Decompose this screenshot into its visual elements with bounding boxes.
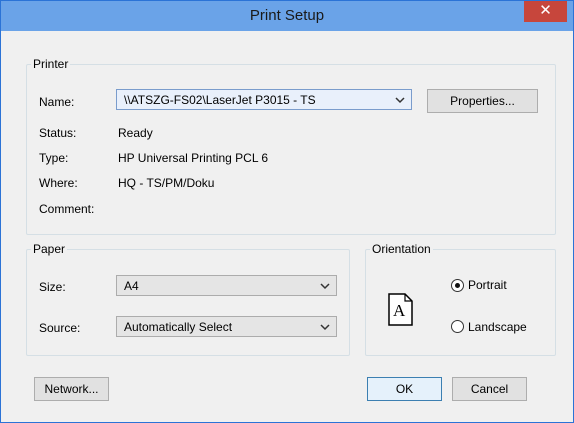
type-label: Type: [39,151,69,165]
paper-group-legend: Paper [33,242,66,256]
landscape-radio[interactable] [451,320,464,333]
chevron-down-icon [395,97,405,104]
close-icon: ✕ [539,2,552,19]
portrait-label[interactable]: Portrait [468,278,507,292]
title-bar[interactable]: Print Setup ✕ [1,1,573,31]
window-title: Print Setup [249,7,325,24]
paper-group: Paper [26,242,350,356]
status-label: Status: [39,126,77,140]
type-value: HP Universal Printing PCL 6 [118,151,269,165]
orientation-group-legend: Orientation [372,242,431,256]
print-setup-dialog: Print Setup ✕ Printer Name: \\ATSZG-FS02… [0,0,574,423]
network-button[interactable]: Network... [34,377,109,401]
printer-name-dropdown[interactable]: \\ATSZG-FS02\LaserJet P3015 - TS [116,89,412,110]
paper-source-label: Source: [39,321,81,335]
chevron-down-icon [320,324,330,331]
portrait-radio[interactable] [451,279,464,292]
printer-name-value: \\ATSZG-FS02\LaserJet P3015 - TS [124,93,316,107]
where-label: Where: [39,176,78,190]
chevron-down-icon [320,283,330,290]
status-value: Ready [118,126,153,140]
paper-size-dropdown[interactable]: A4 [116,275,337,296]
comment-label: Comment: [39,202,95,216]
paper-size-value: A4 [124,279,139,293]
printer-group-legend: Printer [33,57,69,71]
close-button[interactable]: ✕ [524,1,567,22]
dialog-client-area: Printer Name: \\ATSZG-FS02\LaserJet P301… [9,31,565,413]
printer-name-label: Name: [39,95,75,109]
printer-group: Printer [26,57,556,235]
page-preview-letter: A [393,301,406,320]
paper-source-dropdown[interactable]: Automatically Select [116,316,337,337]
where-value: HQ - TS/PM/Doku [118,176,215,190]
ok-button[interactable]: OK [367,377,442,401]
cancel-button[interactable]: Cancel [452,377,527,401]
landscape-label[interactable]: Landscape [468,320,527,334]
properties-button[interactable]: Properties... [427,89,538,113]
paper-source-value: Automatically Select [124,320,233,334]
paper-size-label: Size: [39,280,66,294]
